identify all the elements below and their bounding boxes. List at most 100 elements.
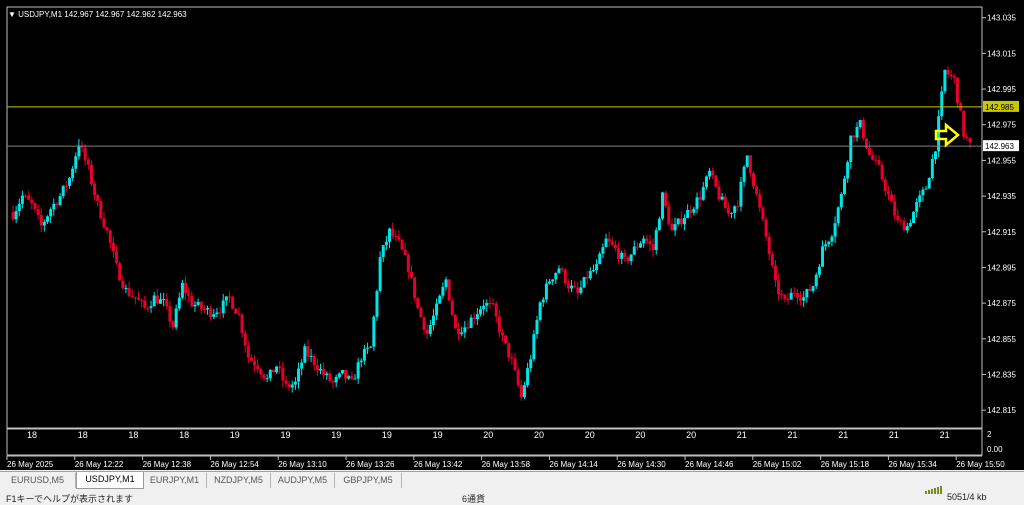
candle-body (337, 373, 341, 377)
tab-usdjpy-m1[interactable]: USDJPY,M1 (76, 472, 144, 489)
candle-body (745, 155, 749, 167)
time-label: 26 May 12:54 (210, 460, 259, 469)
tab-eurjpy-m1[interactable]: EURJPY,M1 (143, 473, 207, 488)
candle-body (431, 315, 435, 326)
candle-body (736, 206, 740, 208)
info-dropdown-icon[interactable]: ▼ (8, 10, 16, 19)
candle-body (416, 298, 420, 308)
hour-label: 18 (128, 430, 138, 440)
candle-body (861, 120, 865, 139)
candle-body (441, 287, 445, 296)
candle-body (516, 369, 520, 386)
candle-body (52, 203, 56, 210)
candle-body (428, 325, 432, 334)
candle-body (924, 188, 928, 190)
chart-window[interactable]: 142.815 142.835 142.855 142.875 142.895 142.9… (0, 0, 1024, 470)
candle-body (497, 316, 501, 333)
candle-body (522, 385, 526, 398)
candle-body (67, 178, 71, 186)
candle-body (290, 384, 294, 388)
candle-body (312, 355, 316, 366)
candle-body (325, 373, 329, 376)
candle-body (58, 195, 62, 205)
candle-body (362, 348, 366, 361)
y-tick-label: 142.875 (987, 299, 1016, 308)
candle-body (422, 317, 426, 331)
candle-body (406, 254, 410, 272)
candle-body (720, 196, 724, 200)
hour-label: 20 (686, 430, 696, 440)
candle-body (249, 357, 253, 361)
candle-body (460, 332, 464, 335)
candle-body (466, 327, 470, 329)
candle-body (284, 380, 288, 384)
candle-body (940, 91, 944, 117)
candle-body (855, 126, 859, 138)
candle-body (190, 295, 194, 307)
candle-body (905, 226, 909, 231)
sub-window-frame (6, 428, 983, 456)
candle-body (704, 176, 708, 188)
candle-body (814, 274, 818, 287)
candle-body (767, 236, 771, 255)
candle-body (39, 214, 43, 226)
tab-eurusd-m5[interactable]: EURUSD,M5 (0, 473, 76, 488)
candle-body (394, 235, 398, 237)
candle-body (607, 238, 611, 242)
candle-body (293, 381, 297, 385)
candle-body (206, 308, 210, 310)
candle-body (259, 369, 263, 375)
candle-body (808, 289, 812, 291)
candle-body (529, 359, 533, 369)
time-label: 26 May 15:18 (821, 460, 870, 469)
candle-body (71, 168, 75, 179)
candle-body (158, 299, 162, 304)
tab-nzdjpy-m5[interactable]: NZDJPY,M5 (207, 473, 271, 488)
candle-body (711, 170, 715, 176)
candle-body (425, 330, 429, 334)
candle-body (372, 316, 376, 347)
candle-body (472, 317, 476, 320)
candle-body (532, 334, 536, 360)
candle-body (733, 206, 737, 213)
candle-body (930, 158, 934, 178)
candle-body (350, 376, 354, 379)
time-label: 26 May 13:10 (278, 460, 327, 469)
candle-body (149, 306, 153, 308)
candle-body (334, 376, 338, 383)
candle-body (761, 207, 765, 220)
y-tick-label: 142.835 (987, 370, 1016, 379)
hour-label: 20 (585, 430, 595, 440)
candle-body (127, 288, 131, 296)
candle-body (281, 368, 285, 381)
candle-body (397, 236, 401, 240)
candle-body (356, 362, 360, 379)
candle-body (667, 206, 671, 224)
candle-body (585, 277, 589, 279)
sub-axis-top-label: 2 (987, 430, 992, 439)
candle-body (234, 308, 238, 314)
candlestick-chart[interactable]: 142.815 142.835 142.855 142.875 142.895 142.9… (0, 0, 1024, 470)
candle-body (340, 369, 344, 374)
candle-body (645, 238, 649, 242)
candle-body (331, 381, 335, 383)
candle-body (196, 301, 200, 305)
candle-body (171, 321, 175, 328)
hour-label: 18 (179, 430, 189, 440)
candle-body (168, 305, 172, 322)
candle-body (287, 383, 291, 388)
time-label: 26 May 12:22 (75, 460, 124, 469)
candle-body (162, 299, 166, 301)
candle-body (526, 368, 530, 386)
y-tick-label: 142.915 (987, 228, 1016, 237)
candle-body (676, 218, 680, 225)
candle-body (447, 279, 451, 301)
candle-body (74, 156, 78, 169)
candle-body (852, 135, 856, 138)
tab-audjpy-m5[interactable]: AUDJPY,M5 (271, 473, 335, 488)
candle-body (155, 295, 159, 304)
candle-body (902, 221, 906, 231)
candle-body (391, 228, 395, 236)
tab-gbpjpy-m5[interactable]: GBPJPY,M5 (335, 473, 402, 488)
time-label: 26 May 13:26 (346, 460, 395, 469)
